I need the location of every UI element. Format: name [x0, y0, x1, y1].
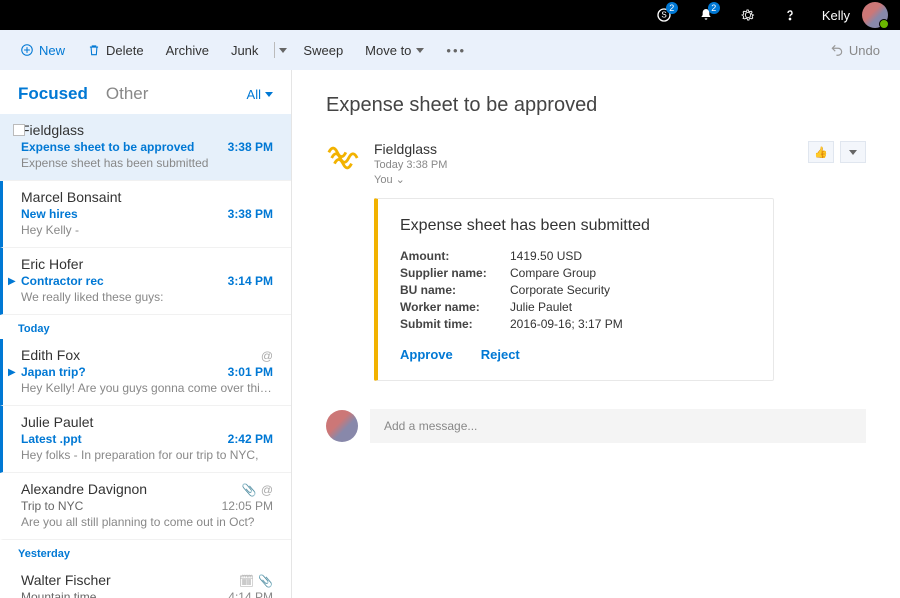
more-button[interactable]: ••• — [438, 39, 474, 62]
sweep-button[interactable]: Sweep — [295, 39, 351, 62]
message-actions-dropdown[interactable] — [840, 141, 866, 163]
chevron-down-icon — [416, 48, 424, 53]
reply-input[interactable]: Add a message... — [370, 409, 866, 443]
day-header-today: Today — [0, 315, 291, 339]
username-label: Kelly — [812, 8, 860, 23]
delete-label: Delete — [106, 43, 144, 58]
moveto-button[interactable]: Move to — [357, 39, 432, 62]
expense-card: Expense sheet has been submitted Amount:… — [374, 198, 774, 381]
mention-icon: @ — [261, 349, 273, 363]
settings-button[interactable] — [728, 0, 768, 30]
chevron-down-icon — [279, 48, 287, 53]
user-avatar[interactable] — [862, 2, 888, 28]
main-split: Focused Other All Fieldglass Expense she… — [0, 70, 900, 598]
presence-available-icon — [879, 19, 889, 29]
recipients-line[interactable]: You ⌄ — [374, 173, 794, 186]
gear-icon — [740, 7, 756, 23]
undo-icon — [830, 43, 844, 57]
global-top-bar: S 2 2 Kelly — [0, 0, 900, 30]
sender-avatar-icon — [326, 141, 360, 175]
message-list-pane: Focused Other All Fieldglass Expense she… — [0, 70, 292, 598]
message-item[interactable]: Marcel Bonsaint New hires3:38 PM Hey Kel… — [0, 181, 291, 248]
replied-icon: ▶ — [8, 367, 16, 378]
approve-button[interactable]: Approve — [400, 347, 453, 362]
notifications-badge: 2 — [708, 2, 720, 14]
tab-focused[interactable]: Focused — [18, 84, 88, 104]
help-button[interactable] — [770, 0, 810, 30]
card-fields: Amount:1419.50 USD Supplier name:Compare… — [400, 249, 751, 331]
junk-dropdown[interactable] — [274, 42, 287, 58]
chevron-down-icon — [849, 150, 857, 155]
list-header: Focused Other All — [0, 70, 291, 114]
command-bar: New Delete Archive Junk Sweep Move to ••… — [0, 30, 900, 70]
message-item[interactable]: Walter Fischer🗓📎 Mountain time4:14 PM Wh… — [0, 564, 291, 598]
card-title: Expense sheet has been submitted — [400, 217, 751, 235]
sender-name: Fieldglass — [374, 141, 794, 157]
message-item[interactable]: Alexandre Davignon📎@ Trip to NYC12:05 PM… — [0, 473, 291, 540]
thumbs-up-icon: 👍 — [814, 146, 828, 159]
reject-button[interactable]: Reject — [481, 347, 520, 362]
reply-box: Add a message... — [326, 409, 866, 443]
my-avatar — [326, 410, 358, 442]
junk-button[interactable]: Junk — [223, 39, 266, 62]
message-item[interactable]: Julie Paulet Latest .ppt2:42 PM Hey folk… — [0, 406, 291, 473]
message-item[interactable]: ▶ Eric Hofer Contractor rec3:14 PM We re… — [0, 248, 291, 315]
new-label: New — [39, 43, 65, 58]
question-icon — [782, 7, 798, 23]
skype-button[interactable]: S 2 — [644, 0, 684, 30]
reading-header: Fieldglass Today 3:38 PM You ⌄ 👍 — [326, 141, 866, 186]
attachment-icon: 📎 — [258, 574, 273, 588]
undo-button[interactable]: Undo — [822, 39, 888, 62]
new-plus-icon — [20, 43, 34, 57]
new-button[interactable]: New — [12, 39, 73, 62]
message-list: Fieldglass Expense sheet to be approved3… — [0, 114, 291, 598]
replied-icon: ▶ — [8, 276, 16, 287]
sender-date: Today 3:38 PM — [374, 159, 794, 171]
day-header-yesterday: Yesterday — [0, 540, 291, 564]
reading-title: Expense sheet to be approved — [326, 94, 866, 117]
mention-icon: @ — [261, 483, 273, 497]
delete-button[interactable]: Delete — [79, 39, 152, 62]
svg-text:S: S — [661, 11, 666, 20]
attachment-icon: 📎 — [242, 483, 257, 497]
filter-dropdown[interactable]: All — [247, 87, 273, 102]
calendar-icon: 🗓 — [239, 574, 254, 588]
like-button[interactable]: 👍 — [808, 141, 834, 163]
skype-badge: 2 — [666, 2, 678, 14]
notifications-button[interactable]: 2 — [686, 0, 726, 30]
reading-pane: Expense sheet to be approved Fieldglass … — [292, 70, 900, 598]
archive-button[interactable]: Archive — [158, 39, 217, 62]
message-item[interactable]: Fieldglass Expense sheet to be approved3… — [0, 114, 291, 181]
trash-icon — [87, 43, 101, 57]
chevron-down-icon — [265, 92, 273, 97]
select-checkbox[interactable] — [13, 124, 25, 136]
tab-other[interactable]: Other — [106, 84, 149, 104]
message-item[interactable]: ▶ Edith Fox@ Japan trip?3:01 PM Hey Kell… — [0, 339, 291, 406]
